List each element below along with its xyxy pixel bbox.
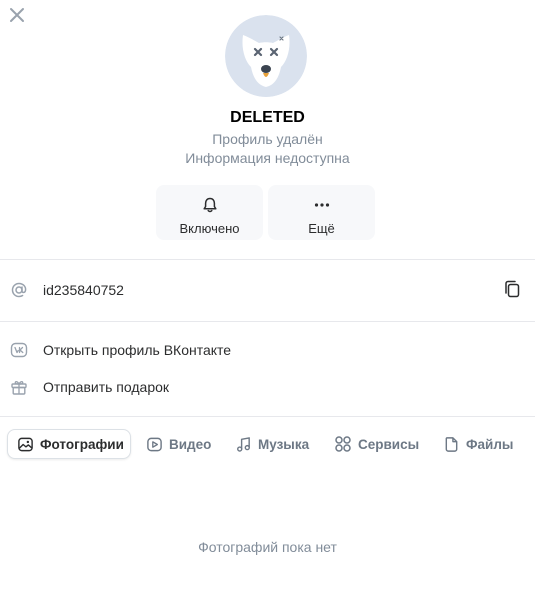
more-label: Ещё bbox=[308, 221, 335, 236]
notifications-button[interactable]: Включено bbox=[156, 185, 263, 240]
bell-icon bbox=[202, 197, 217, 213]
divider bbox=[0, 416, 535, 417]
more-button[interactable]: Ещё bbox=[268, 185, 375, 240]
vk-logo-icon bbox=[9, 340, 29, 360]
services-grid-icon bbox=[334, 435, 352, 453]
tab-files-label: Файлы bbox=[466, 436, 514, 452]
copy-id-button[interactable] bbox=[501, 278, 523, 300]
close-button[interactable] bbox=[6, 4, 28, 26]
tab-video-label: Видео bbox=[169, 436, 212, 452]
tab-files[interactable]: Файлы bbox=[442, 429, 513, 459]
profile-name: DELETED bbox=[230, 109, 305, 126]
notifications-label: Включено bbox=[179, 221, 240, 236]
user-id-text: id235840752 bbox=[43, 282, 124, 298]
tab-photos[interactable]: Фотографии bbox=[7, 429, 131, 459]
tab-photos-label: Фотографии bbox=[40, 436, 124, 452]
tab-music[interactable]: Музыка bbox=[234, 429, 309, 459]
gift-icon bbox=[9, 377, 29, 397]
send-gift-link[interactable]: Отправить подарок bbox=[0, 372, 535, 402]
open-vk-profile-label: Открыть профиль ВКонтакте bbox=[43, 342, 232, 358]
close-icon bbox=[10, 8, 24, 22]
file-icon bbox=[442, 435, 460, 453]
profile-status-info: Информация недоступна bbox=[185, 150, 350, 166]
deleted-dog-avatar-icon bbox=[225, 15, 307, 97]
more-dots-icon bbox=[314, 203, 329, 207]
empty-state-text: Фотографий пока нет bbox=[198, 539, 337, 555]
tab-services[interactable]: Сервисы bbox=[334, 429, 419, 459]
copy-icon bbox=[505, 280, 520, 298]
open-vk-profile-link[interactable]: Открыть профиль ВКонтакте bbox=[0, 335, 535, 365]
divider bbox=[0, 321, 535, 322]
tab-video[interactable]: Видео bbox=[145, 429, 211, 459]
tab-services-label: Сервисы bbox=[358, 436, 420, 452]
tab-music-label: Музыка bbox=[258, 436, 310, 452]
user-id-row: id235840752 bbox=[0, 275, 535, 305]
music-note-icon bbox=[234, 435, 252, 453]
divider bbox=[0, 259, 535, 260]
media-tabs: Фотографии Видео Музыка Сервисы Файлы bbox=[0, 429, 535, 461]
image-icon bbox=[16, 435, 34, 453]
profile-status: Профиль удалён bbox=[212, 131, 323, 147]
at-sign-icon bbox=[9, 280, 29, 300]
send-gift-label: Отправить подарок bbox=[43, 379, 170, 395]
avatar bbox=[225, 15, 307, 97]
video-icon bbox=[145, 435, 163, 453]
